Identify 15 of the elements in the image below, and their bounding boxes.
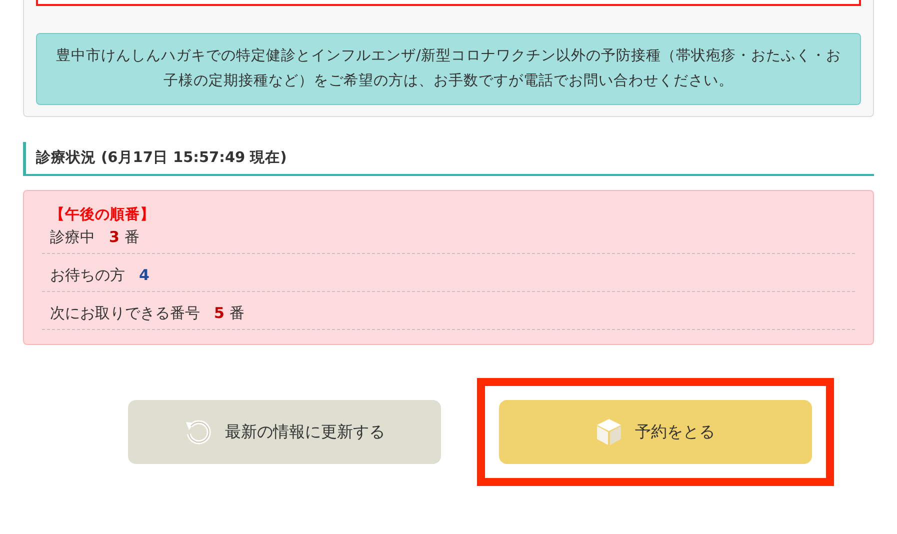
status-label: 次にお取りできる番号 [50,304,200,323]
notice-text: 豊中市けんしんハガキでの特定健診とインフルエンザ/新型コロナワクチン以外の予防接種（帯状疱疹・おたふく・お子様の定期接種など）をご希望の方は、お手数ですが電話でお問い合わせください。 [36,33,861,105]
session-title: 【午後の順番】 [49,206,156,224]
status-unit: 番 [124,228,140,247]
status-label: お待ちの方 [50,266,125,285]
reserve-button[interactable]: 予約をとる [498,400,812,464]
refresh-button[interactable]: 最新の情報に更新する [128,400,440,464]
status-value: 3 [109,228,120,246]
section-heading: 診療状況 (6月17日 15:57:49 現在) [23,142,874,176]
status-unit: 番 [229,304,244,323]
status-label: 診療中 [50,228,95,247]
refresh-icon [183,417,213,447]
status-value: 4 [139,266,150,284]
cube-icon [595,417,623,447]
status-value: 5 [214,304,224,322]
